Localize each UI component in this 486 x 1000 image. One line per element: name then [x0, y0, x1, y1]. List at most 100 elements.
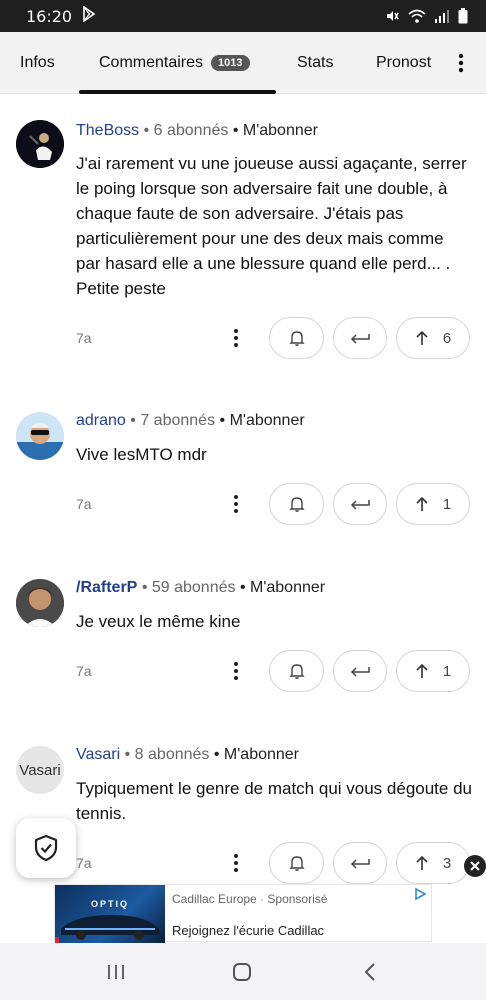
wifi-icon	[408, 9, 426, 23]
subscribe-link[interactable]: • M'abonner	[233, 122, 318, 139]
reply-icon	[350, 859, 370, 869]
comment-text: Vive lesMTO mdr	[76, 445, 207, 464]
follower-count: • 59 abonnés	[141, 579, 236, 596]
active-tab-indicator	[79, 90, 276, 94]
follower-count: • 6 abonnés	[143, 122, 229, 139]
ad-image[interactable]: OPTIQ	[55, 885, 165, 943]
arrow-up-icon	[416, 663, 428, 678]
vote-count: 6	[442, 329, 452, 347]
system-navigation-bar	[0, 943, 486, 1000]
recent-apps-icon[interactable]	[101, 957, 131, 987]
bell-icon	[288, 331, 305, 346]
ad-source: Cadillac Europe · Sponsorisé	[172, 892, 327, 906]
ad-choices-icon[interactable]	[413, 887, 427, 901]
username-link[interactable]: Vasari	[76, 746, 120, 763]
signal-icon	[435, 10, 449, 23]
ad-brand: Cadillac Europe	[172, 892, 257, 906]
comment-header: TheBoss • 6 abonnés • M'abonner	[76, 122, 318, 140]
comment-time: 7a	[76, 855, 92, 871]
comment-feed[interactable]: TheBoss • 6 abonnés • M'abonner J'ai rar…	[0, 95, 486, 943]
tab-bar: Infos Commentaires 1013 Stats Pronost	[0, 32, 486, 94]
comment-time: 7a	[76, 330, 92, 346]
username-link[interactable]: /RafterP	[76, 579, 137, 596]
tab-pronostics[interactable]: Pronost	[376, 32, 431, 94]
comment-text: Je veux le même kine	[76, 612, 241, 631]
upvote-button[interactable]: 1	[396, 483, 470, 525]
notify-button[interactable]	[269, 317, 324, 359]
reply-icon	[350, 667, 370, 677]
comment-count-badge: 1013	[211, 54, 250, 71]
shield-check-icon	[34, 834, 58, 862]
more-options-icon[interactable]	[455, 52, 467, 74]
reply-button[interactable]	[333, 842, 387, 884]
tab-infos-label: Infos	[20, 53, 55, 71]
vote-count: 3	[442, 854, 452, 872]
comment-header: adrano • 7 abonnés • M'abonner	[76, 412, 305, 430]
comment-item: adrano • 7 abonnés • M'abonner Vive lesM…	[0, 380, 486, 547]
mute-icon	[387, 11, 399, 21]
tab-comments[interactable]: Commentaires 1013	[99, 32, 250, 94]
comment-item: TheBoss • 6 abonnés • M'abonner J'ai rar…	[0, 95, 486, 380]
ad-title[interactable]: Rejoignez l'écurie Cadillac	[172, 923, 324, 938]
comment-menu-icon[interactable]	[228, 851, 244, 875]
battery-icon	[458, 8, 468, 24]
status-icons	[384, 8, 468, 24]
bell-icon	[288, 497, 305, 512]
subscribe-link[interactable]: • M'abonner	[214, 746, 299, 763]
comment-menu-icon[interactable]	[228, 492, 244, 516]
username-link[interactable]: TheBoss	[76, 122, 139, 139]
arrow-up-icon	[416, 496, 428, 511]
reply-icon	[350, 334, 370, 344]
vote-count: 1	[442, 662, 452, 680]
tab-infos[interactable]: Infos	[20, 32, 55, 94]
comment-header: /RafterP • 59 abonnés • M'abonner	[76, 579, 325, 597]
avatar[interactable]: Vasari	[16, 746, 64, 794]
ad-close-button[interactable]	[464, 855, 486, 877]
reply-button[interactable]	[333, 650, 387, 692]
back-icon[interactable]	[355, 957, 385, 987]
tab-stats-label: Stats	[297, 53, 334, 71]
sponsored-ad-banner[interactable]: OPTIQ Cadillac Europe · Sponsorisé Rejoi…	[54, 884, 432, 943]
status-bar: 16:20	[0, 0, 486, 32]
comment-menu-icon[interactable]	[228, 326, 244, 350]
ad-separator: ·	[260, 892, 265, 906]
reply-icon	[350, 500, 370, 510]
follower-count: • 7 abonnés	[130, 412, 216, 429]
avatar-alt-text: Vasari	[19, 761, 61, 779]
privacy-shield-button[interactable]	[16, 818, 76, 878]
ad-image-text: OPTIQ	[91, 899, 130, 909]
play-store-icon	[82, 4, 96, 27]
upvote-button[interactable]: 6	[396, 317, 470, 359]
ad-sponsored-label: Sponsorisé	[267, 892, 328, 906]
notify-button[interactable]	[269, 842, 324, 884]
username-link[interactable]: adrano	[76, 412, 126, 429]
tab-comments-label: Commentaires	[99, 53, 204, 71]
tab-stats[interactable]: Stats	[297, 32, 333, 94]
upvote-button[interactable]: 3	[396, 842, 470, 884]
avatar[interactable]	[16, 579, 64, 627]
follower-count: • 8 abonnés	[124, 746, 210, 763]
arrow-up-icon	[416, 855, 428, 870]
subscribe-link[interactable]: • M'abonner	[240, 579, 325, 596]
comment-item: /RafterP • 59 abonnés • M'abonner Je veu…	[0, 547, 486, 714]
upvote-button[interactable]: 1	[396, 650, 470, 692]
notify-button[interactable]	[269, 650, 324, 692]
comment-time: 7a	[76, 496, 92, 512]
status-time: 16:20	[26, 6, 73, 26]
reply-button[interactable]	[333, 317, 387, 359]
bell-icon	[288, 664, 305, 679]
reply-button[interactable]	[333, 483, 387, 525]
arrow-up-icon	[416, 330, 428, 345]
tab-pronostics-label: Pronost	[376, 53, 432, 71]
bell-icon	[288, 856, 305, 871]
home-icon[interactable]	[227, 957, 257, 987]
vote-count: 1	[442, 495, 452, 513]
notify-button[interactable]	[269, 483, 324, 525]
comment-menu-icon[interactable]	[228, 659, 244, 683]
comment-text: J'ai rarement vu une joueuse aussi agaça…	[76, 154, 467, 298]
comment-text: Typiquement le genre de match qui vous d…	[76, 779, 472, 823]
avatar[interactable]	[16, 120, 64, 168]
avatar[interactable]	[16, 412, 64, 460]
subscribe-link[interactable]: • M'abonner	[220, 412, 305, 429]
comment-time: 7a	[76, 663, 92, 679]
